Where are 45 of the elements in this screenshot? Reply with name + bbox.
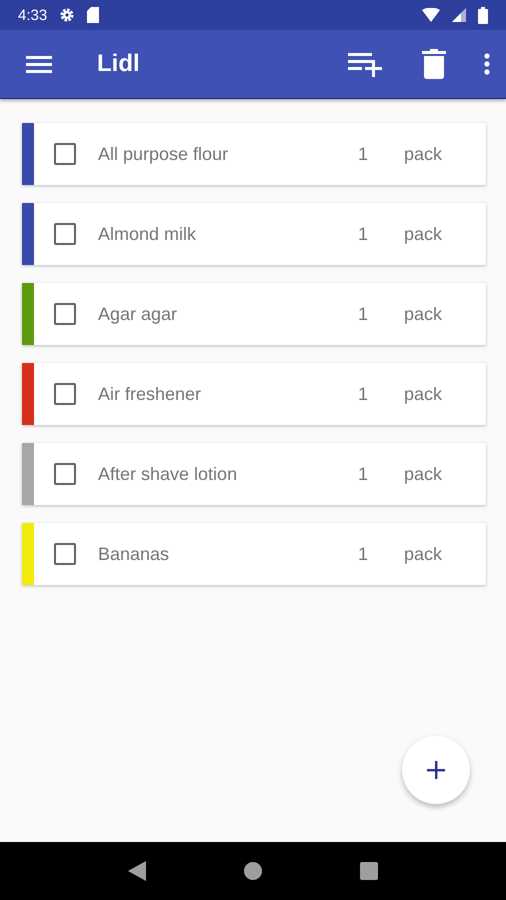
item-quantity: 1 xyxy=(358,544,370,564)
list-title: Lidl xyxy=(97,50,140,78)
plus-icon xyxy=(426,760,446,780)
item-checkbox[interactable] xyxy=(54,543,76,565)
list-item-card[interactable]: After shave lotion 1 pack xyxy=(22,443,486,505)
item-quantity: 1 xyxy=(358,224,370,244)
item-quantity: 1 xyxy=(358,384,370,404)
list-item-card[interactable]: All purpose flour 1 pack xyxy=(22,123,486,185)
battery-icon xyxy=(478,6,488,24)
item-quantity: 1 xyxy=(358,464,370,484)
menu-icon xyxy=(26,54,52,74)
recents-icon xyxy=(360,862,378,880)
item-checkbox[interactable] xyxy=(54,223,76,245)
item-unit: pack xyxy=(404,464,444,484)
item-unit: pack xyxy=(404,544,444,564)
item-unit: pack xyxy=(404,144,444,164)
signal-icon xyxy=(452,8,466,22)
more-icon xyxy=(484,53,490,75)
sd-card-icon xyxy=(87,7,100,23)
item-name: After shave lotion xyxy=(98,464,238,484)
item-unit: pack xyxy=(404,224,444,244)
item-checkbox[interactable] xyxy=(54,143,76,165)
item-name: All purpose flour xyxy=(98,144,230,164)
status-time: 4:33 xyxy=(18,6,48,24)
item-unit: pack xyxy=(404,304,444,324)
item-quantity: 1 xyxy=(358,144,370,164)
trash-icon xyxy=(422,49,446,79)
item-checkbox[interactable] xyxy=(54,463,76,485)
home-icon xyxy=(242,861,263,881)
item-unit: pack xyxy=(404,384,444,404)
wifi-icon xyxy=(422,8,440,22)
item-name: Almond milk xyxy=(98,224,198,244)
item-name: Bananas xyxy=(98,544,170,564)
item-checkbox[interactable] xyxy=(54,303,76,325)
item-quantity: 1 xyxy=(358,304,370,324)
gear-icon xyxy=(59,7,76,23)
list-item-card[interactable]: Bananas 1 pack xyxy=(22,523,486,585)
item-name: Agar agar xyxy=(98,304,178,324)
item-name: Air freshener xyxy=(98,384,202,404)
list-item-card[interactable]: Agar agar 1 pack xyxy=(22,283,486,345)
back-icon xyxy=(128,861,146,881)
list-add-icon xyxy=(348,51,384,77)
item-checkbox[interactable] xyxy=(54,383,76,405)
list-item-card[interactable]: Air freshener 1 pack xyxy=(22,363,486,425)
list-item-card[interactable]: Almond milk 1 pack xyxy=(22,203,486,265)
